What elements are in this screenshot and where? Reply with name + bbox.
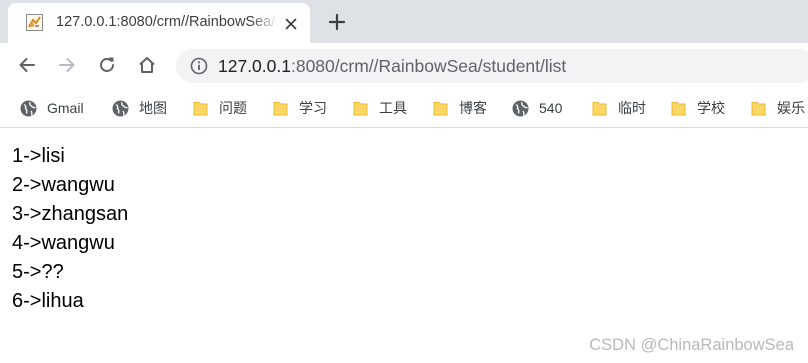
folder-icon bbox=[592, 101, 607, 115]
home-icon[interactable] bbox=[136, 54, 158, 76]
bookmark-label: 学习 bbox=[299, 100, 327, 116]
bookmark-folder-questions[interactable]: 问题 bbox=[192, 97, 247, 119]
bookmark-label: 临时 bbox=[618, 100, 646, 116]
bookmark-label: 学校 bbox=[697, 100, 725, 116]
student-item: 1->lisi bbox=[12, 145, 65, 167]
bookmarks-bar: Gmail 地图 问题 学习 工具 博客 540 临时 学校 娱乐 bbox=[0, 89, 808, 128]
folder-icon bbox=[433, 101, 448, 115]
bookmark-folder-school[interactable]: 学校 bbox=[670, 97, 725, 119]
bookmark-folder-entertainment[interactable]: 娱乐 bbox=[750, 97, 805, 119]
student-item: 5->?? bbox=[12, 261, 64, 283]
bookmark-folder-temp[interactable]: 临时 bbox=[591, 97, 646, 119]
globe-icon bbox=[20, 100, 37, 116]
bookmark-gmail[interactable]: Gmail bbox=[20, 97, 84, 119]
folder-icon bbox=[751, 101, 766, 115]
reload-icon[interactable] bbox=[96, 54, 118, 76]
close-icon[interactable] bbox=[284, 17, 298, 31]
bookmark-label: 问题 bbox=[219, 100, 247, 116]
bookmark-label: 540 bbox=[539, 100, 563, 116]
student-item: 6->lihua bbox=[12, 290, 84, 312]
tab-title: 127.0.0.1:8080/crm//RainbowSea/student/l… bbox=[56, 14, 278, 30]
url-text[interactable]: 127.0.0.1:8080/crm//RainbowSea/student/l… bbox=[218, 56, 566, 77]
forward-arrow-icon[interactable] bbox=[56, 54, 78, 76]
new-tab-plus-icon[interactable] bbox=[326, 11, 348, 33]
bookmark-label: 娱乐 bbox=[777, 100, 805, 116]
folder-icon bbox=[193, 101, 208, 115]
folder-icon bbox=[273, 101, 288, 115]
page-content: 1->lisi 2->wangwu 3->zhangsan 4->wangwu … bbox=[0, 128, 808, 363]
bookmark-map[interactable]: 地图 bbox=[112, 97, 167, 119]
url-path: :8080/crm//RainbowSea/student/list bbox=[290, 56, 567, 76]
bookmark-label: 博客 bbox=[459, 100, 487, 116]
bookmark-folder-blog[interactable]: 博客 bbox=[432, 97, 487, 119]
bookmark-label: Gmail bbox=[47, 100, 84, 116]
bookmark-folder-study[interactable]: 学习 bbox=[272, 97, 327, 119]
info-icon[interactable] bbox=[190, 57, 208, 75]
browser-tab[interactable]: 127.0.0.1:8080/crm//RainbowSea/student/l… bbox=[8, 3, 310, 43]
url-host: 127.0.0.1 bbox=[218, 56, 291, 76]
browser-toolbar: 127.0.0.1:8080/crm//RainbowSea/student/l… bbox=[0, 43, 808, 89]
folder-icon bbox=[353, 101, 368, 115]
student-item: 2->wangwu bbox=[12, 174, 115, 196]
globe-icon bbox=[512, 100, 529, 116]
address-bar[interactable]: 127.0.0.1:8080/crm//RainbowSea/student/l… bbox=[176, 49, 808, 83]
globe-icon bbox=[112, 100, 129, 116]
student-list: 1->lisi 2->wangwu 3->zhangsan 4->wangwu … bbox=[12, 142, 128, 316]
student-item: 4->wangwu bbox=[12, 232, 115, 254]
bookmark-label: 地图 bbox=[139, 100, 167, 116]
bookmark-folder-tools[interactable]: 工具 bbox=[352, 97, 407, 119]
bookmark-540[interactable]: 540 bbox=[512, 97, 562, 119]
tab-strip: 127.0.0.1:8080/crm//RainbowSea/student/l… bbox=[0, 0, 808, 43]
back-arrow-icon[interactable] bbox=[16, 54, 38, 76]
tomcat-favicon-icon bbox=[26, 14, 43, 31]
csdn-watermark: CSDN @ChinaRainbowSea bbox=[589, 336, 794, 354]
folder-icon bbox=[671, 101, 686, 115]
student-item: 3->zhangsan bbox=[12, 203, 129, 225]
bookmark-label: 工具 bbox=[379, 100, 407, 116]
